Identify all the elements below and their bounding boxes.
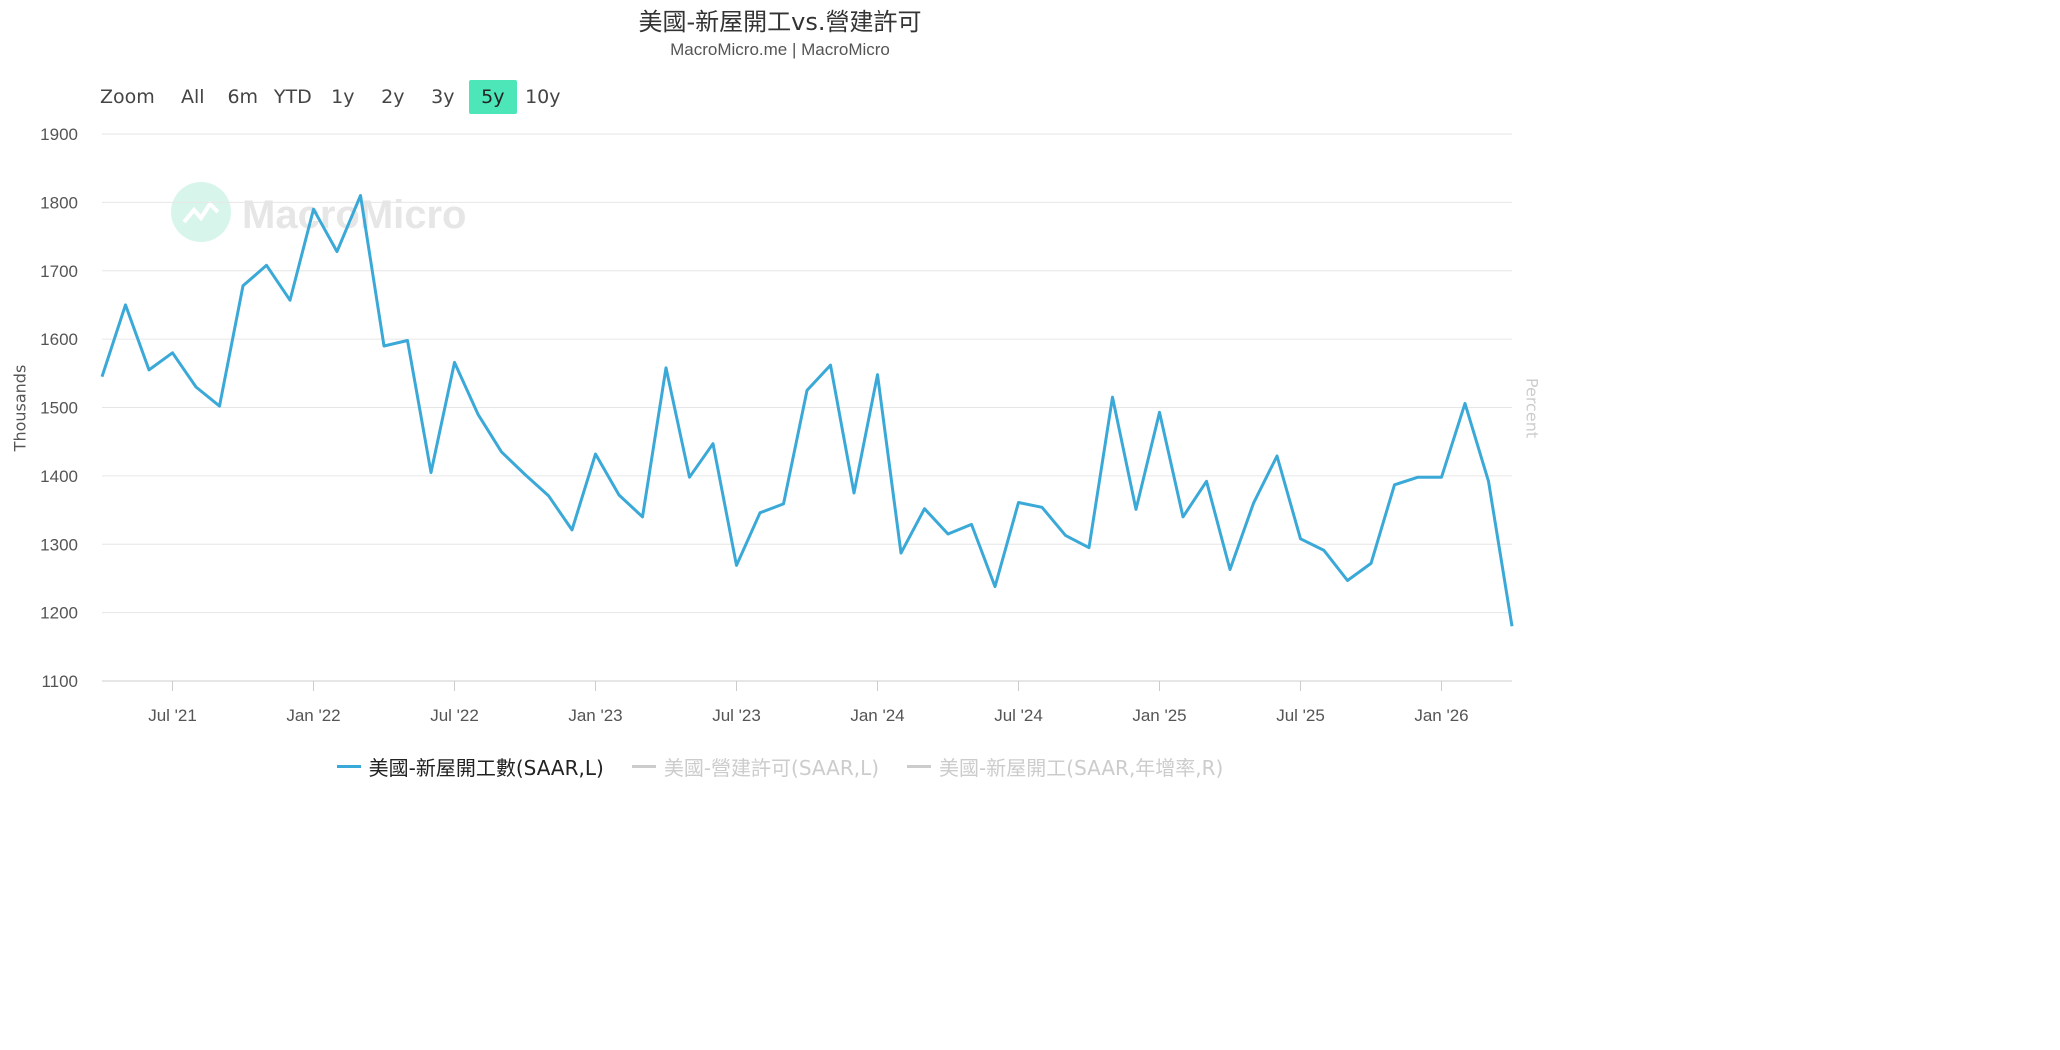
y-axis-ticks: 1100 1200 1300 1400 1500 1600 1700 1800 1900: [40, 125, 78, 691]
y-axis-title-left: Thousands: [10, 364, 30, 452]
series-line-housing-starts: [100, 194, 1514, 627]
y-tick-label: 1100: [41, 672, 78, 691]
watermark-logo-icon: [171, 182, 231, 242]
legend: 美國-新屋開工數(SAAR,L) 美國-營建許可(SAAR,L) 美國-新屋開工…: [0, 752, 1560, 781]
y-tick-label: 1800: [40, 193, 78, 212]
series-layer: [100, 194, 1514, 627]
x-tick-label: Jan '23: [568, 706, 622, 725]
y-tick-label: 1300: [40, 535, 78, 554]
x-tick-label: Jul '23: [712, 706, 761, 725]
y-tick-label: 1200: [40, 604, 78, 623]
y-tick-label: 1700: [40, 262, 78, 281]
chart-plot: MacroMicro 11001200130014001500160017001…: [40, 125, 1514, 725]
y-tick-label: 1600: [40, 330, 78, 349]
watermark-text: MacroMicro: [242, 193, 467, 237]
x-tick-label: Jul '25: [1276, 706, 1325, 725]
x-tick-label: Jan '22: [286, 706, 340, 725]
legend-item-housing-starts-yoy[interactable]: 美國-新屋開工(SAAR,年增率,R): [907, 752, 1223, 781]
legend-label: 美國-營建許可(SAAR,L): [663, 756, 880, 780]
macromicro-watermark: MacroMicro: [171, 182, 467, 242]
legend-item-housing-starts[interactable]: 美國-新屋開工數(SAAR,L): [336, 752, 604, 781]
y-tick-label: 1900: [40, 125, 78, 144]
x-tick-label: Jul '21: [148, 706, 197, 725]
legend-swatch: [336, 765, 361, 768]
x-tick-label: Jul '24: [994, 706, 1043, 725]
y-tick-label: 1400: [40, 467, 78, 486]
legend-swatch: [907, 765, 932, 768]
x-tick-label: Jan '26: [1414, 706, 1468, 725]
legend-swatch: [631, 765, 656, 768]
x-axis: Jul '21 Jan '22 Jul '22 Jan '23 Jul '23 Jan '…: [148, 681, 1469, 725]
y-axis-title-right: Percent: [1522, 377, 1542, 439]
x-tick-label: Jan '25: [1132, 706, 1186, 725]
legend-label: 美國-新屋開工(SAAR,年增率,R): [939, 756, 1224, 780]
x-tick-label: Jan '24: [850, 706, 904, 725]
legend-item-building-permits[interactable]: 美國-營建許可(SAAR,L): [631, 752, 880, 781]
x-tick-label: Jul '22: [430, 706, 479, 725]
y-tick-label: 1500: [40, 399, 78, 418]
legend-label: 美國-新屋開工數(SAAR,L): [368, 756, 604, 780]
